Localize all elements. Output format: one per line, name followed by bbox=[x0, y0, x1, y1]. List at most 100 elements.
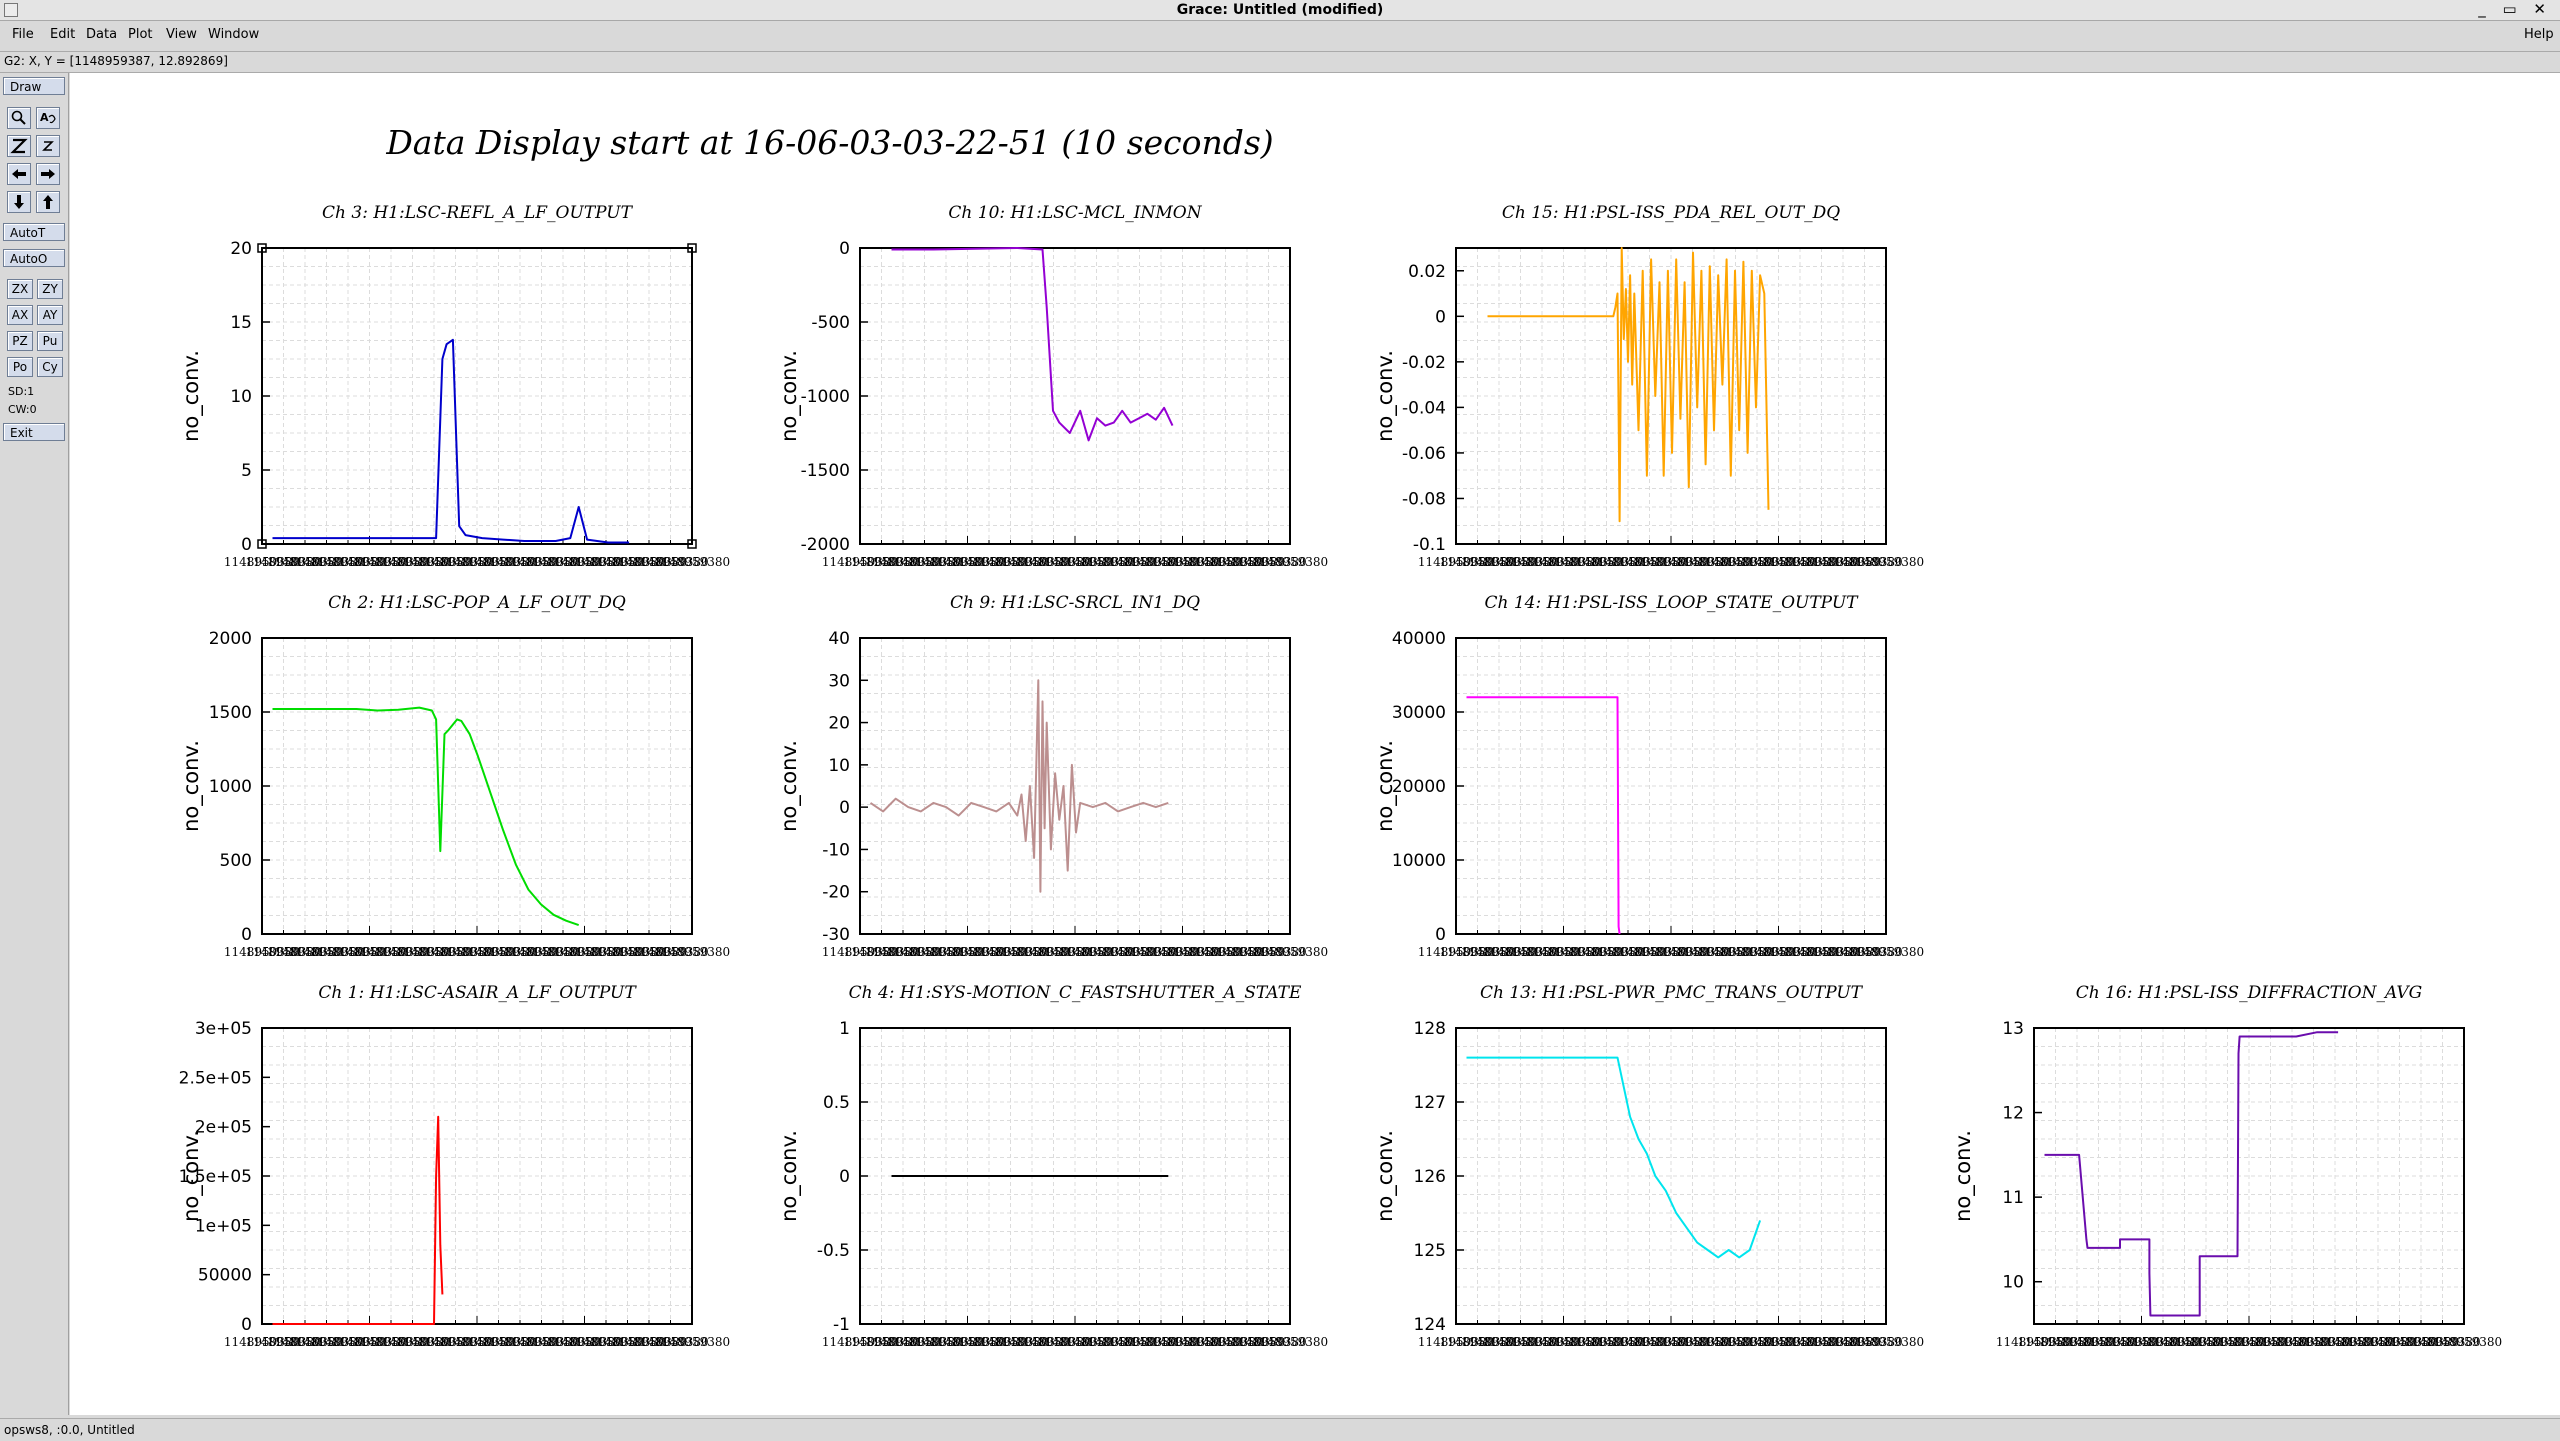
status-text: opsws8, :0.0, Untitled bbox=[4, 1423, 135, 1437]
x-tick-label: 1148959380 bbox=[1252, 555, 1328, 569]
graph-4[interactable]: Ch 2: H1:LSC-POP_A_LF_OUT_DQ no_conv. 0 500… bbox=[179, 593, 730, 959]
menu-edit[interactable]: Edit bbox=[50, 27, 75, 42]
y-tick-label: 10000 bbox=[1392, 851, 1446, 871]
y-tick-label: -0.06 bbox=[1402, 444, 1446, 464]
arrow-down-icon bbox=[14, 195, 24, 209]
cy-button[interactable]: Cy bbox=[37, 357, 63, 377]
y-tick-label: 125 bbox=[1414, 1241, 1446, 1261]
zy-button[interactable]: ZY bbox=[37, 279, 63, 299]
y-tick-label: -1000 bbox=[801, 387, 850, 407]
y-tick-label: -0.5 bbox=[817, 1241, 850, 1261]
window-titlebar: Grace: Untitled (modified) _ ▭ ✕ bbox=[0, 0, 2560, 21]
y-tick-label: 50000 bbox=[198, 1266, 252, 1286]
pz-button[interactable]: PZ bbox=[7, 331, 33, 351]
arrow-left-icon bbox=[12, 169, 26, 179]
graph-title: Ch 13: H1:PSL-PWR_PMC_TRANS_OUTPUT bbox=[1480, 983, 1864, 1003]
window-controls[interactable]: _ ▭ ✕ bbox=[2478, 0, 2552, 18]
autoscale-on-button[interactable]: AutoO bbox=[3, 249, 65, 267]
y-tick-label: 11 bbox=[2002, 1188, 2024, 1208]
graph-7[interactable]: Ch 1: H1:LSC-ASAIR_A_LF_OUTPUTno_conv.05… bbox=[179, 983, 731, 1349]
y-tick-label: -2000 bbox=[801, 535, 850, 555]
y-tick-label: 20 bbox=[230, 239, 252, 259]
zx-button[interactable]: ZX bbox=[7, 279, 33, 299]
graph-title: Ch 3: H1:LSC-REFL_A_LF_OUTPUT bbox=[322, 203, 634, 223]
arrow-up-icon bbox=[43, 195, 53, 209]
series-line bbox=[1466, 696, 1621, 935]
y-tick-label: -0.02 bbox=[1402, 353, 1446, 373]
zoom-out-button[interactable] bbox=[36, 135, 60, 157]
menu-help[interactable]: Help bbox=[2524, 27, 2554, 42]
pu-button[interactable]: Pu bbox=[37, 331, 63, 351]
scroll-right-button[interactable] bbox=[36, 163, 60, 185]
exit-button[interactable]: Exit bbox=[3, 423, 65, 441]
series-line bbox=[869, 679, 1169, 893]
graph-1[interactable]: Ch 3: H1:LSC-REFL_A_LF_OUTPUT no_conv. 0 5 1… bbox=[179, 203, 730, 569]
menu-window[interactable]: Window bbox=[208, 27, 259, 42]
y-axis-label: no_conv. bbox=[777, 350, 802, 442]
text-tool-button[interactable]: A bbox=[36, 107, 60, 129]
plot-canvas[interactable]: Data Display start at 16-06-03-03-22-51 … bbox=[70, 73, 2560, 1415]
x-tick-label: 1148959380 bbox=[1848, 945, 1924, 959]
scroll-left-button[interactable] bbox=[7, 163, 31, 185]
y-tick-label: 1500 bbox=[209, 703, 252, 723]
svg-text:A: A bbox=[40, 111, 49, 124]
y-tick-label: 40 bbox=[828, 629, 850, 649]
y-axis-label: no_conv. bbox=[1373, 1130, 1398, 1222]
draw-button[interactable]: Draw bbox=[3, 77, 65, 95]
graph-9[interactable]: Ch 13: H1:PSL-PWR_PMC_TRANS_OUTPUT no_con… bbox=[1373, 983, 1924, 1349]
menu-view[interactable]: View bbox=[166, 27, 197, 42]
graph-3[interactable]: Ch 15: H1:PSL-ISS_PDA_REL_OUT_DQ no_conv.… bbox=[1373, 203, 1924, 569]
y-tick-label: 10 bbox=[828, 756, 850, 776]
y-tick-label: -0.04 bbox=[1402, 398, 1446, 418]
graph-title: Ch 15: H1:PSL-ISS_PDA_REL_OUT_DQ bbox=[1502, 203, 1840, 223]
y-axis-label: no_conv. bbox=[777, 740, 802, 832]
y-tick-label: -1500 bbox=[801, 461, 850, 481]
graph-title: Ch 16: H1:PSL-ISS_DIFFRACTION_AVG bbox=[2076, 983, 2423, 1003]
y-tick-label: 128 bbox=[1414, 1019, 1446, 1039]
graph-5[interactable]: Ch 9: H1:LSC-SRCL_IN1_DQ no_conv. -30 -20 -1… bbox=[777, 593, 1328, 959]
coordinate-readout: G2: X, Y = [1148959387, 12.892869] bbox=[4, 54, 228, 68]
zoom-in-button[interactable] bbox=[7, 135, 31, 157]
graph-title: Ch 10: H1:LSC-MCL_INMON bbox=[948, 203, 1202, 223]
y-tick-label: 40000 bbox=[1392, 629, 1446, 649]
y-axis-label: no_conv. bbox=[1951, 1130, 1976, 1222]
y-tick-label: 13 bbox=[2002, 1019, 2024, 1039]
y-axis-label: no_conv. bbox=[179, 740, 204, 832]
set-display-label: SD:1 bbox=[8, 385, 35, 398]
graph-8[interactable]: Ch 4: H1:SYS-MOTION_C_FASTSHUTTER_A_STAT… bbox=[777, 983, 1328, 1349]
scroll-up-button[interactable] bbox=[36, 191, 60, 213]
x-tick-label: 1148959380 bbox=[654, 1335, 730, 1349]
y-axis-label: no_conv. bbox=[1373, 350, 1398, 442]
menu-file[interactable]: File bbox=[12, 27, 34, 42]
ax-button[interactable]: AX bbox=[7, 305, 33, 325]
y-tick-label: 2000 bbox=[209, 629, 252, 649]
current-world-label: CW:0 bbox=[8, 403, 37, 416]
series-line bbox=[272, 1115, 444, 1325]
y-tick-label: 10 bbox=[230, 387, 252, 407]
series-line bbox=[272, 706, 580, 927]
y-tick-label: 0.5 bbox=[823, 1093, 850, 1113]
graph-2[interactable]: Ch 10: H1:LSC-MCL_INMON no_conv. -2000 -150… bbox=[777, 203, 1328, 569]
plot-area[interactable]: Data Display start at 16-06-03-03-22-51 … bbox=[70, 73, 2560, 1415]
autoscale-ticks-button[interactable]: AutoT bbox=[3, 223, 65, 241]
menu-plot[interactable]: Plot bbox=[128, 27, 153, 42]
y-tick-label: 500 bbox=[220, 851, 252, 871]
y-tick-label: -0.08 bbox=[1402, 489, 1446, 509]
scroll-down-button[interactable] bbox=[7, 191, 31, 213]
graph-title: Ch 4: H1:SYS-MOTION_C_FASTSHUTTER_A_STAT… bbox=[849, 983, 1302, 1003]
y-tick-label: 20 bbox=[828, 714, 850, 734]
po-button[interactable]: Po bbox=[7, 357, 33, 377]
graph-title: Ch 9: H1:LSC-SRCL_IN1_DQ bbox=[950, 593, 1200, 613]
x-tick-label: 1148959380 bbox=[654, 555, 730, 569]
series-line bbox=[272, 338, 630, 544]
y-tick-label: 12 bbox=[2002, 1104, 2024, 1124]
y-tick-label: 20000 bbox=[1392, 777, 1446, 797]
graph-10[interactable]: Ch 16: H1:PSL-ISS_DIFFRACTION_AVG no_conv… bbox=[1951, 983, 2502, 1349]
y-tick-label: 0 bbox=[241, 1315, 252, 1335]
menu-data[interactable]: Data bbox=[86, 27, 117, 42]
x-tick-label: 1148959380 bbox=[1848, 1335, 1924, 1349]
graph-title: Ch 14: H1:PSL-ISS_LOOP_STATE_OUTPUT bbox=[1485, 593, 1860, 613]
zoom-button[interactable] bbox=[7, 107, 31, 129]
graph-6[interactable]: Ch 14: H1:PSL-ISS_LOOP_STATE_OUTPUTno_co… bbox=[1373, 593, 1924, 959]
ay-button[interactable]: AY bbox=[37, 305, 63, 325]
